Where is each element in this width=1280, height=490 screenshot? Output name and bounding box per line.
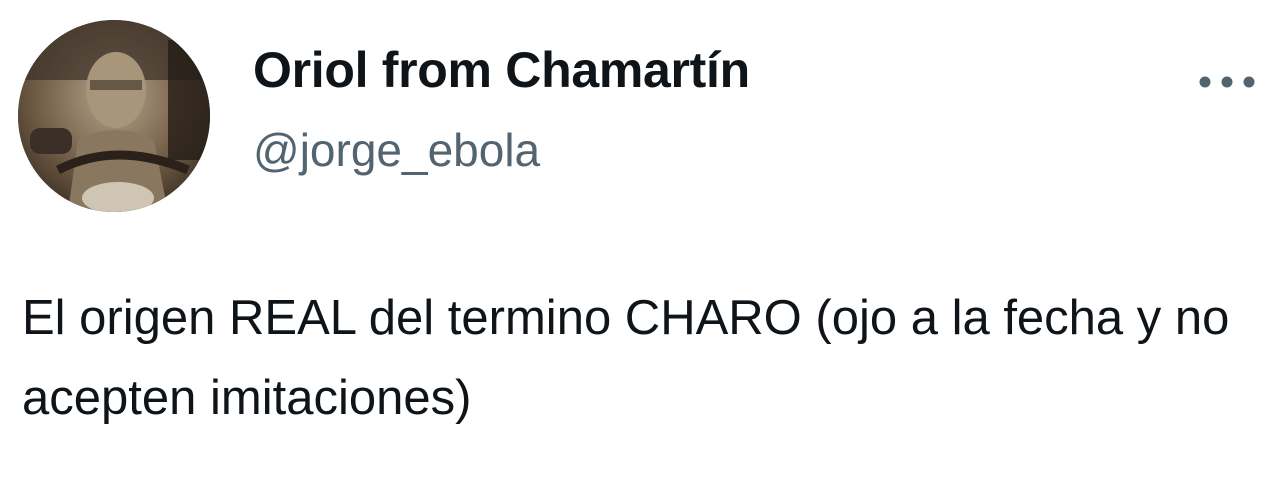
author-display-name[interactable]: Oriol from Chamartín — [253, 38, 750, 102]
avatar-photo-icon — [18, 20, 210, 212]
tweet-text: El origen REAL del termino CHARO (ojo a … — [22, 291, 1230, 425]
avatar[interactable] — [18, 20, 210, 212]
author-handle[interactable]: @jorge_ebola — [253, 120, 540, 180]
more-options-button[interactable] — [1192, 60, 1262, 104]
more-options-icon — [1199, 76, 1255, 88]
